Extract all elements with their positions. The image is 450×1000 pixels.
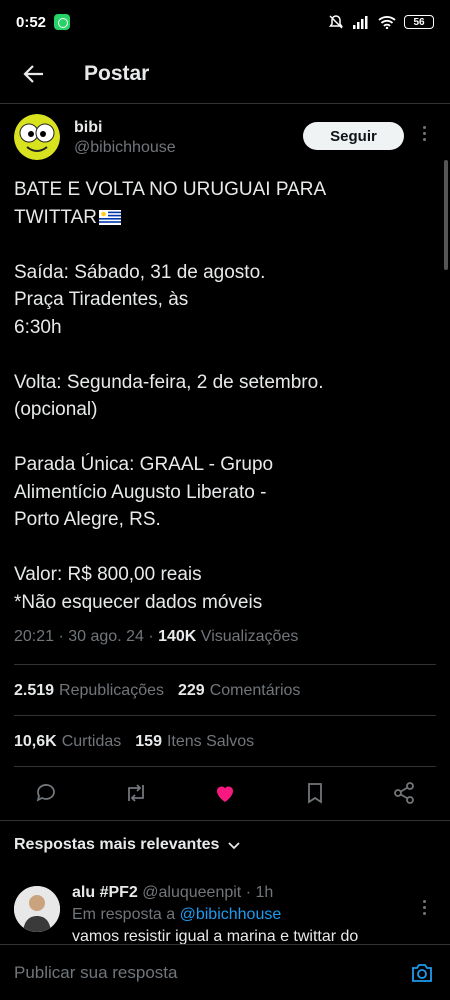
uruguay-flag-icon bbox=[99, 209, 122, 225]
arrow-left-icon bbox=[23, 64, 43, 83]
comments-label: Comentários bbox=[209, 681, 301, 699]
share-button[interactable] bbox=[390, 779, 418, 807]
views-label: Visualizações bbox=[196, 628, 299, 645]
reply-text: vamos resistir igual a marina e twittar … bbox=[72, 928, 359, 944]
reply-context: Em resposta a @bibichhouse bbox=[72, 904, 412, 926]
stats-row-reposts: 2.519 Republicações 229 Comentários bbox=[14, 664, 436, 716]
action-bar bbox=[14, 766, 436, 818]
reply-body: alu #PF2 @aluqueenpit · 1h Em resposta a… bbox=[72, 882, 412, 944]
saves-count: 159 bbox=[135, 732, 162, 750]
bookmark-icon bbox=[307, 782, 322, 804]
saves-label: Itens Salvos bbox=[166, 732, 255, 750]
comments-stat[interactable]: 229 Comentários bbox=[178, 682, 300, 700]
scrollbar[interactable] bbox=[444, 160, 448, 270]
stats-row-likes: 10,6K Curtidas 159 Itens Salvos bbox=[14, 715, 436, 767]
post-timestamp[interactable]: 20:21 · 30 ago. 24 · bbox=[14, 628, 158, 645]
page-title: Postar bbox=[84, 61, 150, 85]
reposts-label: Republicações bbox=[59, 681, 164, 699]
reply-time: · 1h bbox=[241, 884, 274, 901]
replies-sort-dropdown[interactable]: Respostas mais relevantes bbox=[14, 836, 241, 854]
likes-label: Curtidas bbox=[61, 732, 122, 750]
author-avatar[interactable] bbox=[14, 114, 60, 160]
repost-icon bbox=[127, 783, 144, 802]
likes-stat[interactable]: 10,6K Curtidas bbox=[14, 733, 121, 751]
back-button[interactable] bbox=[10, 50, 58, 98]
emoji-face-icon bbox=[14, 114, 60, 160]
like-button[interactable] bbox=[211, 779, 239, 807]
bookmark-button[interactable] bbox=[301, 779, 329, 807]
saves-stat[interactable]: 159 Itens Salvos bbox=[135, 733, 254, 751]
like-icon bbox=[217, 786, 233, 802]
reply-avatar[interactable] bbox=[14, 886, 60, 932]
likes-count: 10,6K bbox=[14, 732, 57, 750]
reply-icon bbox=[36, 783, 55, 802]
post-meta: 20:21 · 30 ago. 24 · 140K Visualizações bbox=[14, 628, 436, 652]
battery-icon: 56 bbox=[404, 15, 434, 29]
reply-author-handle[interactable]: @aluqueenpit bbox=[142, 884, 241, 901]
camera-button[interactable] bbox=[408, 959, 436, 987]
comments-count: 229 bbox=[178, 681, 205, 699]
reply-composer bbox=[0, 944, 450, 1000]
more-options-icon[interactable] bbox=[412, 126, 436, 141]
author-name[interactable]: bibi bbox=[74, 118, 176, 138]
whatsapp-icon bbox=[54, 14, 71, 30]
reply-input[interactable] bbox=[14, 962, 408, 983]
author-info: bibi @bibichhouse bbox=[74, 118, 176, 158]
camera-icon bbox=[412, 963, 432, 982]
reply-button[interactable] bbox=[32, 779, 60, 807]
reply-header: alu #PF2 @aluqueenpit · 1h bbox=[72, 882, 412, 904]
replies-sort-label: Respostas mais relevantes bbox=[14, 836, 220, 853]
reply-context-link[interactable]: @bibichhouse bbox=[180, 906, 282, 923]
post-text: BATE E VOLTA NO URUGUAI PARA TWITTAR Saí… bbox=[14, 176, 436, 616]
reposts-count: 2.519 bbox=[14, 681, 55, 699]
reply-author-name[interactable]: alu #PF2 bbox=[72, 884, 138, 901]
reposts-stat[interactable]: 2.519 Republicações bbox=[14, 682, 164, 700]
signal-icon bbox=[353, 16, 368, 29]
views-count: 140K bbox=[158, 628, 197, 645]
chevron-down-icon bbox=[228, 842, 241, 850]
mute-icon bbox=[329, 15, 343, 29]
repost-button[interactable] bbox=[122, 779, 150, 807]
author-row: bibi @bibichhouse Seguir bbox=[14, 114, 436, 166]
post-text-heading: BATE E VOLTA NO URUGUAI PARA TWITTAR bbox=[14, 179, 327, 228]
status-icons: 56 bbox=[328, 14, 434, 30]
reply-item[interactable]: alu #PF2 @aluqueenpit · 1h Em resposta a… bbox=[14, 882, 436, 944]
follow-button[interactable]: Seguir bbox=[303, 122, 404, 150]
top-bar: Postar bbox=[0, 44, 450, 104]
share-icon bbox=[394, 781, 414, 804]
section-divider bbox=[0, 820, 450, 821]
person-avatar-icon bbox=[14, 886, 60, 932]
reply-context-prefix: Em resposta a bbox=[72, 906, 180, 923]
post: bibi @bibichhouse Seguir BATE E VOLTA NO… bbox=[14, 114, 436, 652]
status-time: 0:52 bbox=[16, 13, 47, 31]
author-handle[interactable]: @bibichhouse bbox=[74, 138, 176, 158]
post-text-body: Saída: Sábado, 31 de agosto. Praça Tirad… bbox=[14, 261, 324, 613]
wifi-icon bbox=[378, 16, 396, 29]
reply-more-options-icon[interactable] bbox=[412, 900, 436, 915]
status-bar: 0:52 56 bbox=[0, 0, 450, 44]
